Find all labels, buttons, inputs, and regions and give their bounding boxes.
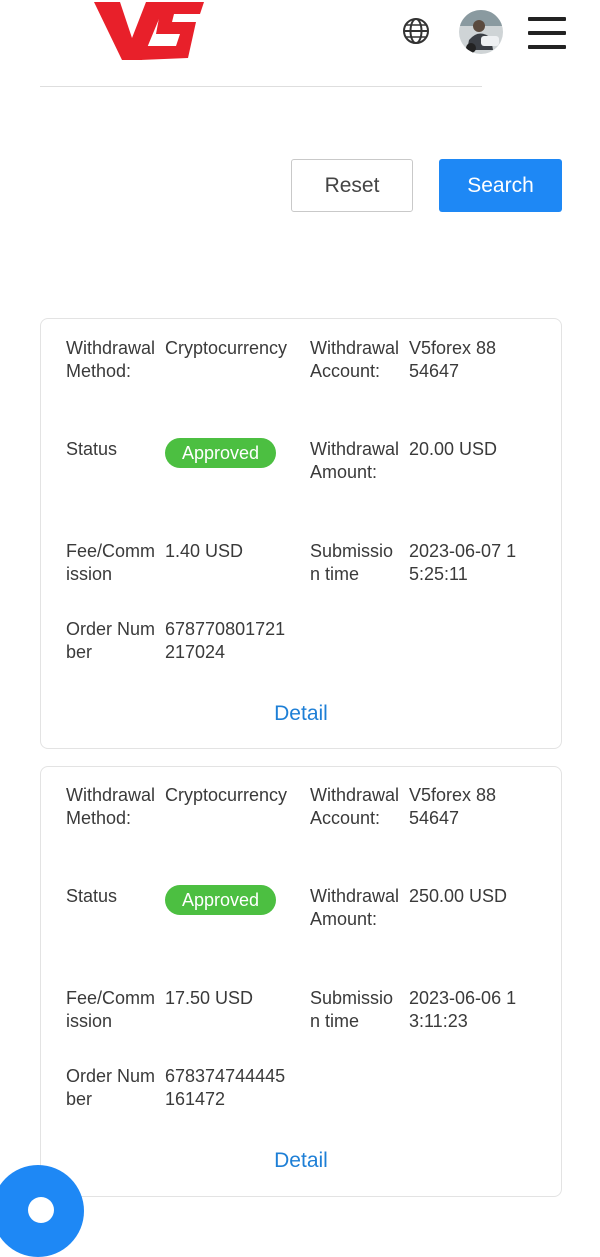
method-label: Withdrawal Method: xyxy=(66,785,156,828)
header xyxy=(0,0,600,90)
fee-label: Fee/Commission xyxy=(66,988,156,1031)
brand-logo[interactable] xyxy=(92,0,204,62)
fee-value: 1.40 USD xyxy=(165,541,244,561)
time-label: Submission time xyxy=(310,988,394,1031)
withdrawal-record-card: Withdrawal Method: Cryptocurrency Withdr… xyxy=(40,318,562,749)
amount-value: 20.00 USD xyxy=(409,439,498,459)
method-value: Cryptocurrency xyxy=(165,785,288,805)
amount-value: 250.00 USD xyxy=(409,886,508,906)
search-button[interactable]: Search xyxy=(439,159,562,212)
account-value: V5forex 8854647 xyxy=(409,785,497,828)
status-badge: Approved xyxy=(165,438,276,468)
amount-label: Withdrawal Amount: xyxy=(310,439,400,482)
order-label: Order Number xyxy=(66,619,156,662)
account-label: Withdrawal Account: xyxy=(310,785,400,828)
account-label: Withdrawal Account: xyxy=(310,338,400,381)
method-value: Cryptocurrency xyxy=(165,338,288,358)
method-label: Withdrawal Method: xyxy=(66,338,156,381)
status-label: Status xyxy=(66,439,118,459)
detail-link[interactable]: Detail xyxy=(41,1149,561,1173)
avatar[interactable] xyxy=(459,10,503,54)
status-label: Status xyxy=(66,886,118,906)
globe-icon[interactable] xyxy=(402,17,430,45)
order-value: 678374744445161472 xyxy=(165,1066,286,1109)
fee-label: Fee/Commission xyxy=(66,541,156,584)
header-divider xyxy=(40,86,482,87)
status-badge: Approved xyxy=(165,885,276,915)
menu-icon[interactable] xyxy=(528,17,566,49)
time-label: Submission time xyxy=(310,541,394,584)
account-value: V5forex 8854647 xyxy=(409,338,497,381)
chat-icon[interactable] xyxy=(0,1165,84,1257)
detail-link[interactable]: Detail xyxy=(41,702,561,726)
withdrawal-record-card: Withdrawal Method: Cryptocurrency Withdr… xyxy=(40,766,562,1197)
fee-value: 17.50 USD xyxy=(165,988,254,1008)
time-value: 2023-06-06 13:11:23 xyxy=(409,988,517,1031)
amount-label: Withdrawal Amount: xyxy=(310,886,400,929)
reset-button[interactable]: Reset xyxy=(291,159,413,212)
time-value: 2023-06-07 15:25:11 xyxy=(409,541,517,584)
order-value: 678770801721217024 xyxy=(165,619,286,662)
order-label: Order Number xyxy=(66,1066,156,1109)
